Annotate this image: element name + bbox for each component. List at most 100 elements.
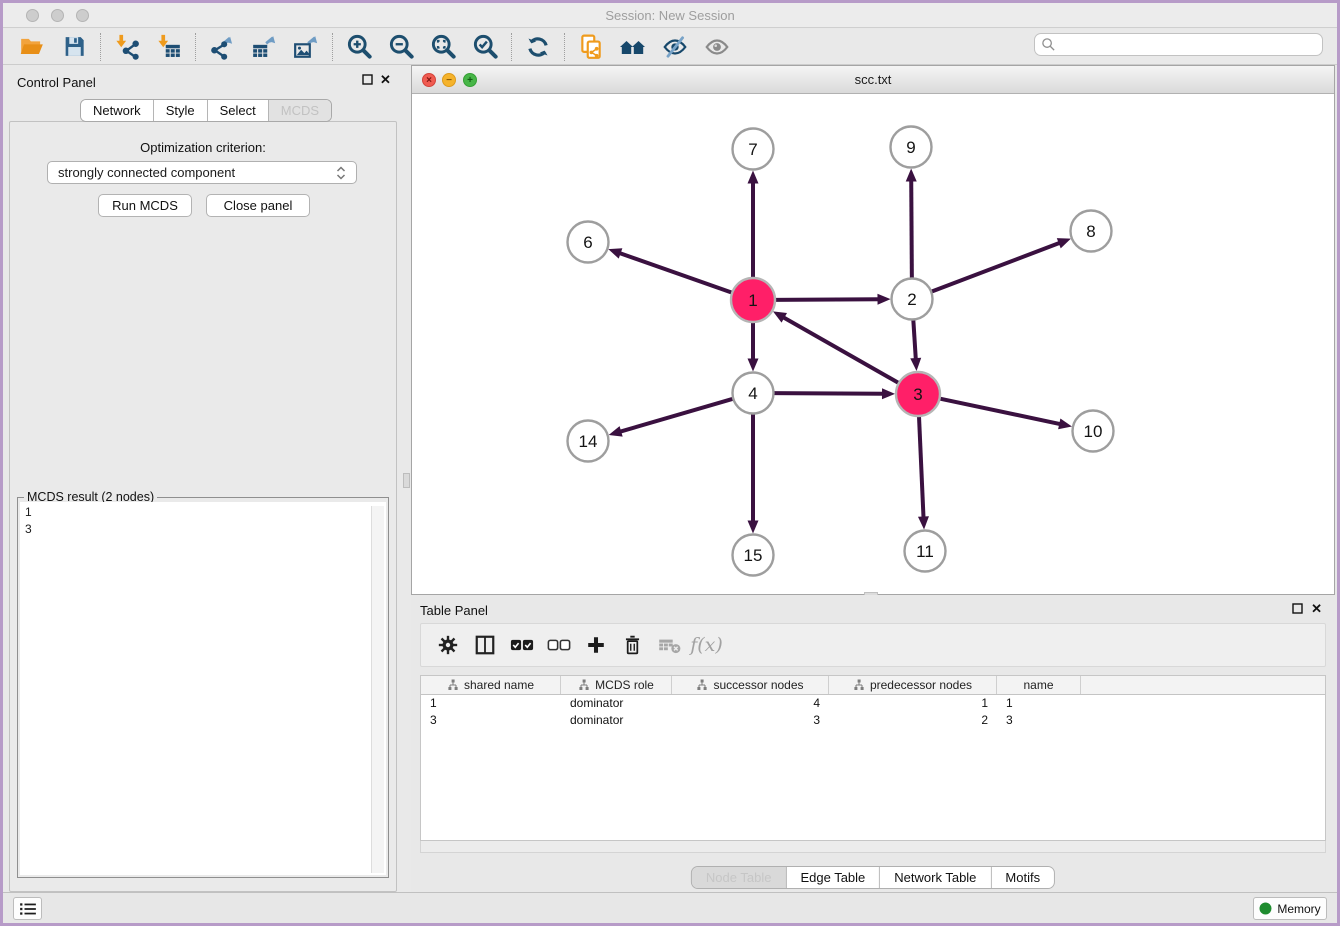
export-table-button[interactable] (243, 31, 285, 63)
close-icon[interactable]: ✕ (1311, 603, 1322, 615)
graph-node-label: 6 (583, 233, 592, 252)
graph-edge[interactable] (910, 319, 921, 371)
zoom-in-button[interactable] (338, 31, 380, 63)
first-neighbors-button[interactable] (612, 31, 654, 63)
column-header-successor-nodes[interactable]: successor nodes (672, 676, 829, 694)
vertical-splitter[interactable] (403, 65, 411, 898)
tab-edge-table[interactable]: Edge Table (786, 867, 880, 888)
open-folder-icon (19, 34, 45, 60)
node-table[interactable]: shared name MCDS role successor nodes pr… (420, 675, 1326, 841)
column-label: name (1023, 678, 1053, 692)
column-header-shared-name[interactable]: shared name (421, 676, 561, 694)
export-network-button[interactable] (201, 31, 243, 63)
graph-edge[interactable] (608, 248, 732, 292)
network-canvas-svg[interactable]: 7 9 6 8 1 2 4 3 14 10 15 11 (412, 94, 1334, 594)
search-input[interactable] (1056, 35, 1322, 54)
column-selector-button[interactable] (466, 628, 503, 662)
graph-edge[interactable] (748, 322, 759, 372)
task-history-button[interactable] (13, 897, 42, 920)
graph-node[interactable]: 8 (1071, 211, 1112, 252)
status-bar: Memory (3, 892, 1337, 923)
cell-name: 3 (997, 712, 1081, 729)
graph-node[interactable]: 2 (892, 279, 933, 320)
graph-node[interactable]: 7 (733, 129, 774, 170)
close-panel-button[interactable]: Close panel (206, 194, 310, 217)
zoom-out-button[interactable] (380, 31, 422, 63)
import-network-button[interactable] (106, 31, 148, 63)
zoom-selected-button[interactable] (464, 31, 506, 63)
cell-mcds-role: dominator (561, 712, 672, 729)
task-list-icon (19, 902, 37, 916)
table-row[interactable]: 1 dominator 4 1 1 (421, 695, 1325, 712)
network-canvas[interactable]: 7 9 6 8 1 2 4 3 14 10 15 11 (412, 94, 1334, 594)
cell-predecessor-nodes: 1 (829, 695, 997, 712)
hide-graphics-details-button[interactable] (654, 31, 696, 63)
tab-select[interactable]: Select (208, 100, 269, 121)
table-row[interactable]: 3 dominator 3 2 3 (421, 712, 1325, 729)
tab-mcds[interactable]: MCDS (269, 100, 331, 121)
deselect-all-icon (547, 637, 571, 653)
criterion-dropdown[interactable]: strongly connected component (47, 161, 357, 184)
graph-node-label: 7 (748, 140, 757, 159)
column-type-icon (578, 679, 590, 691)
graph-node[interactable]: 14 (568, 421, 609, 462)
column-header-mcds-role[interactable]: MCDS role (561, 676, 672, 694)
graph-node[interactable]: 3 (896, 372, 940, 416)
zoom-fit-button[interactable] (422, 31, 464, 63)
splitter-handle[interactable] (403, 473, 410, 488)
control-panel-title: Control Panel (17, 75, 96, 90)
table-settings-button[interactable] (429, 628, 466, 662)
graph-node[interactable]: 15 (733, 535, 774, 576)
tab-motifs[interactable]: Motifs (991, 867, 1054, 888)
import-table-button[interactable] (148, 31, 190, 63)
float-window-icon[interactable] (362, 74, 373, 87)
graph-edge[interactable] (940, 399, 1072, 430)
tab-network[interactable]: Network (81, 100, 154, 121)
function-builder-button[interactable]: f(x) (688, 628, 725, 662)
refresh-view-button[interactable] (517, 31, 559, 63)
graph-node-label: 4 (748, 384, 757, 403)
clone-network-button[interactable] (570, 31, 612, 63)
memory-button[interactable]: Memory (1253, 897, 1327, 920)
show-graphics-details-button[interactable] (696, 31, 738, 63)
close-icon[interactable]: ✕ (380, 74, 391, 86)
network-window-titlebar[interactable]: × − + scc.txt (412, 66, 1334, 94)
graph-node[interactable]: 10 (1073, 411, 1114, 452)
graph-node[interactable]: 11 (905, 531, 946, 572)
result-scrollbar[interactable] (371, 506, 384, 873)
tab-node-table[interactable]: Node Table (692, 867, 787, 888)
select-all-rows-button[interactable] (503, 628, 540, 662)
tab-style[interactable]: Style (154, 100, 208, 121)
plus-icon (585, 634, 607, 656)
graph-edge[interactable] (748, 171, 759, 279)
graph-node[interactable]: 9 (891, 127, 932, 168)
graph-node[interactable]: 4 (733, 373, 774, 414)
graph-edge[interactable] (918, 416, 929, 530)
tab-network-table[interactable]: Network Table (880, 867, 991, 888)
export-image-button[interactable] (285, 31, 327, 63)
save-session-button[interactable] (53, 31, 95, 63)
graph-edge[interactable] (773, 311, 899, 383)
graph-node[interactable]: 1 (731, 278, 775, 322)
table-horizontal-scrollbar[interactable] (420, 841, 1326, 853)
column-header-name[interactable]: name (997, 676, 1081, 694)
control-panel: Control Panel ✕ Network Style Select MCD… (3, 65, 403, 898)
graph-edge[interactable] (773, 388, 895, 399)
mcds-result-list[interactable]: 1 3 (20, 502, 386, 875)
search-box[interactable] (1034, 33, 1323, 56)
graph-edge[interactable] (931, 238, 1071, 292)
graph-edge[interactable] (775, 294, 891, 305)
graph-edge[interactable] (906, 168, 917, 278)
run-mcds-button[interactable]: Run MCDS (98, 194, 192, 217)
delete-row-button[interactable] (614, 628, 651, 662)
add-row-button[interactable] (577, 628, 614, 662)
toolbar-separator (564, 33, 565, 61)
graph-edge[interactable] (748, 414, 759, 534)
delete-table-button[interactable] (651, 628, 688, 662)
deselect-all-rows-button[interactable] (540, 628, 577, 662)
graph-edge[interactable] (609, 399, 734, 437)
column-header-predecessor-nodes[interactable]: predecessor nodes (829, 676, 997, 694)
float-window-icon[interactable] (1292, 603, 1303, 616)
graph-node[interactable]: 6 (568, 222, 609, 263)
open-session-button[interactable] (11, 31, 53, 63)
